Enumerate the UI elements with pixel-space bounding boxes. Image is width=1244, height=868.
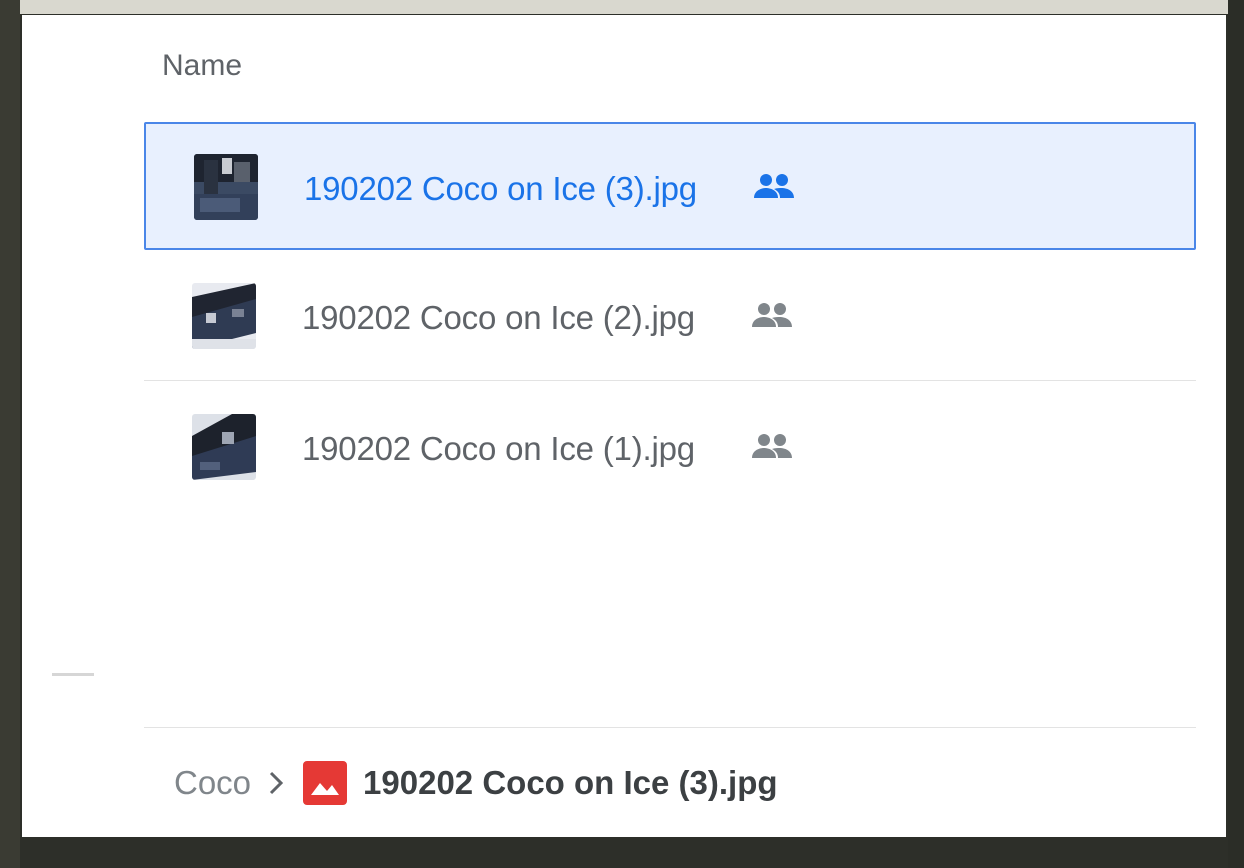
collapse-handle[interactable] (52, 673, 94, 676)
screenshot-stage: Name 190202 Coco on Ice (3).jpg 190202 C… (0, 0, 1244, 868)
name-column-header[interactable]: Name (162, 49, 242, 83)
breadcrumb: Coco 190202 Coco on Ice (3).jpg (174, 759, 778, 807)
file-row[interactable]: 190202 Coco on Ice (3).jpg (144, 122, 1196, 250)
file-list-panel: Name 190202 Coco on Ice (3).jpg 190202 C… (22, 15, 1226, 837)
chevron-right-icon (269, 771, 284, 795)
window-frame-left (0, 0, 20, 868)
file-row[interactable]: 190202 Coco on Ice (1).jpg (144, 384, 1196, 512)
people-icon (752, 172, 796, 202)
file-name[interactable]: 190202 Coco on Ice (1).jpg (302, 430, 695, 468)
footer-divider (144, 727, 1196, 728)
window-frame-right (1228, 0, 1244, 868)
photo-thumbnail (194, 154, 258, 220)
file-name[interactable]: 190202 Coco on Ice (2).jpg (302, 299, 695, 337)
file-name[interactable]: 190202 Coco on Ice (3).jpg (304, 170, 697, 208)
window-frame-top (0, 0, 1244, 14)
file-row[interactable]: 190202 Coco on Ice (2).jpg (144, 253, 1196, 381)
people-icon (750, 301, 794, 331)
breadcrumb-current-file: 190202 Coco on Ice (3).jpg (363, 764, 778, 801)
photo-thumbnail (192, 414, 256, 480)
photo-thumbnail (192, 283, 256, 349)
people-icon (750, 432, 794, 462)
image-file-icon (303, 761, 348, 805)
breadcrumb-parent-folder[interactable]: Coco (174, 764, 251, 802)
